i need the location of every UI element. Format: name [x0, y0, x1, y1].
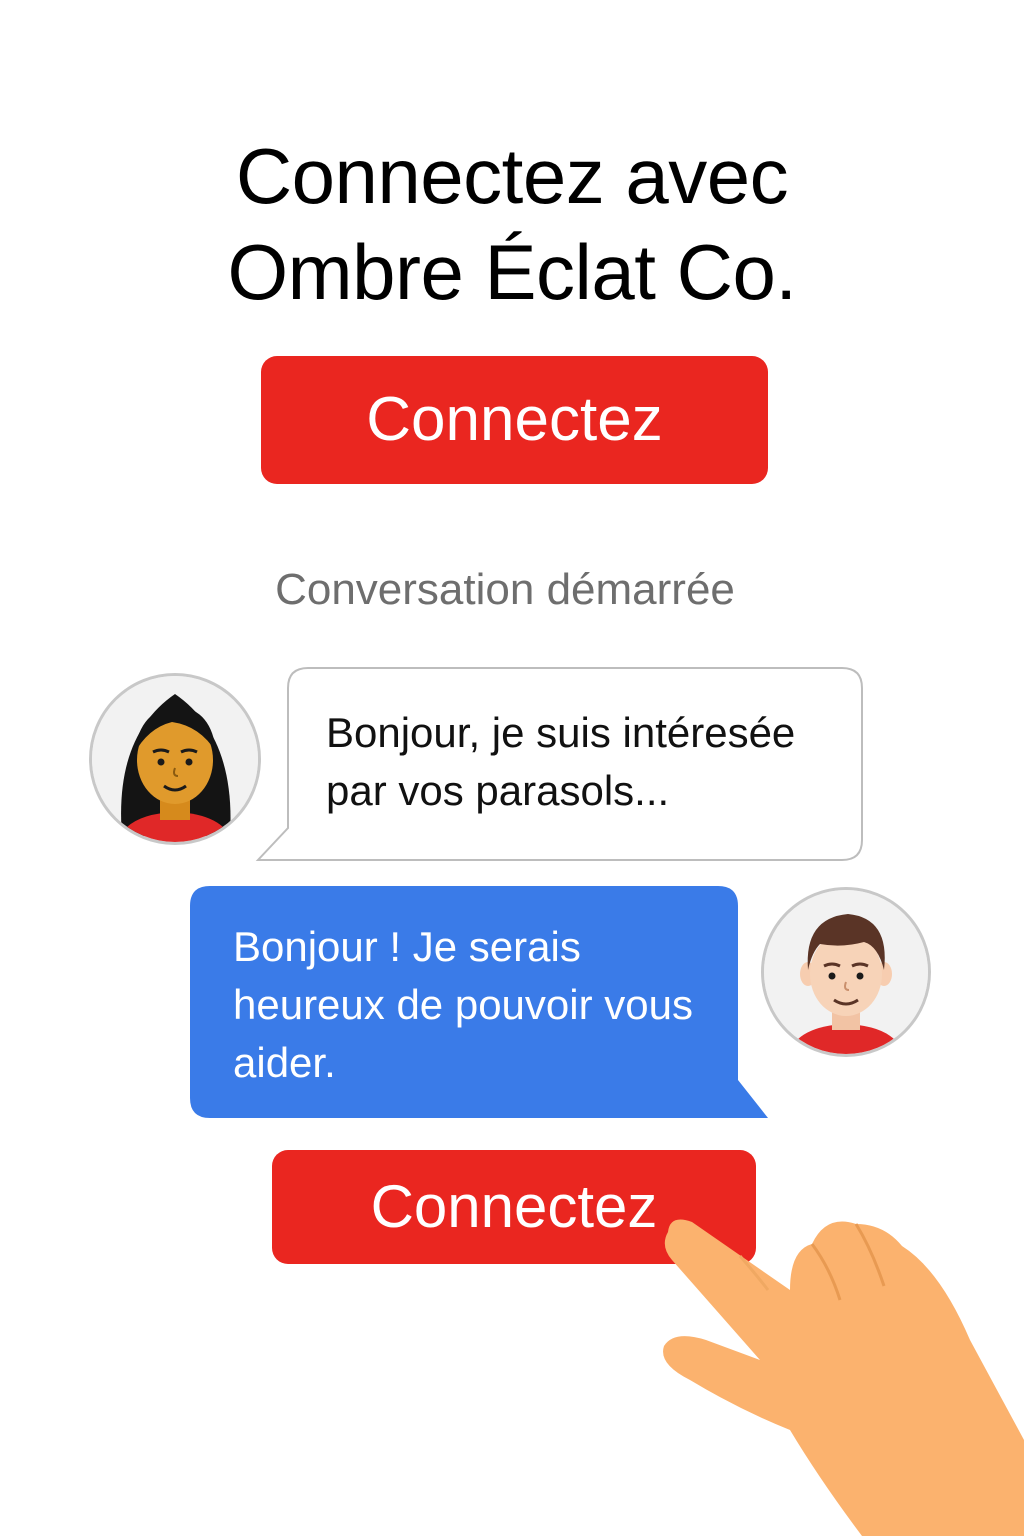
- agent-message-line: aider.: [233, 1039, 336, 1086]
- agent-message-text: Bonjour ! Je serais heureux de pouvoir v…: [233, 918, 733, 1092]
- agent-message-line: heureux de pouvoir vous: [233, 981, 693, 1028]
- agent-message-line: Bonjour ! Je serais: [233, 923, 581, 970]
- woman-avatar-icon: [92, 676, 258, 842]
- man-avatar-icon: [764, 890, 928, 1054]
- page-title-line-1: Connectez avec: [235, 132, 789, 220]
- agent-avatar: [761, 887, 931, 1057]
- customer-message-line: par vos parasols...: [326, 767, 670, 814]
- connect-button-top[interactable]: Connectez: [261, 356, 768, 484]
- connect-button-bottom[interactable]: Connectez: [272, 1150, 756, 1264]
- page-title-line-2: Ombre Éclat Co.: [227, 228, 797, 316]
- customer-message-text: Bonjour, je suis intéresée par vos paras…: [326, 704, 846, 820]
- customer-avatar: [89, 673, 261, 845]
- customer-message-line: Bonjour, je suis intéresée: [326, 709, 796, 756]
- page-title: Connectez avec Ombre Éclat Co.: [0, 128, 1024, 320]
- conversation-status: Conversation démarrée: [275, 565, 735, 614]
